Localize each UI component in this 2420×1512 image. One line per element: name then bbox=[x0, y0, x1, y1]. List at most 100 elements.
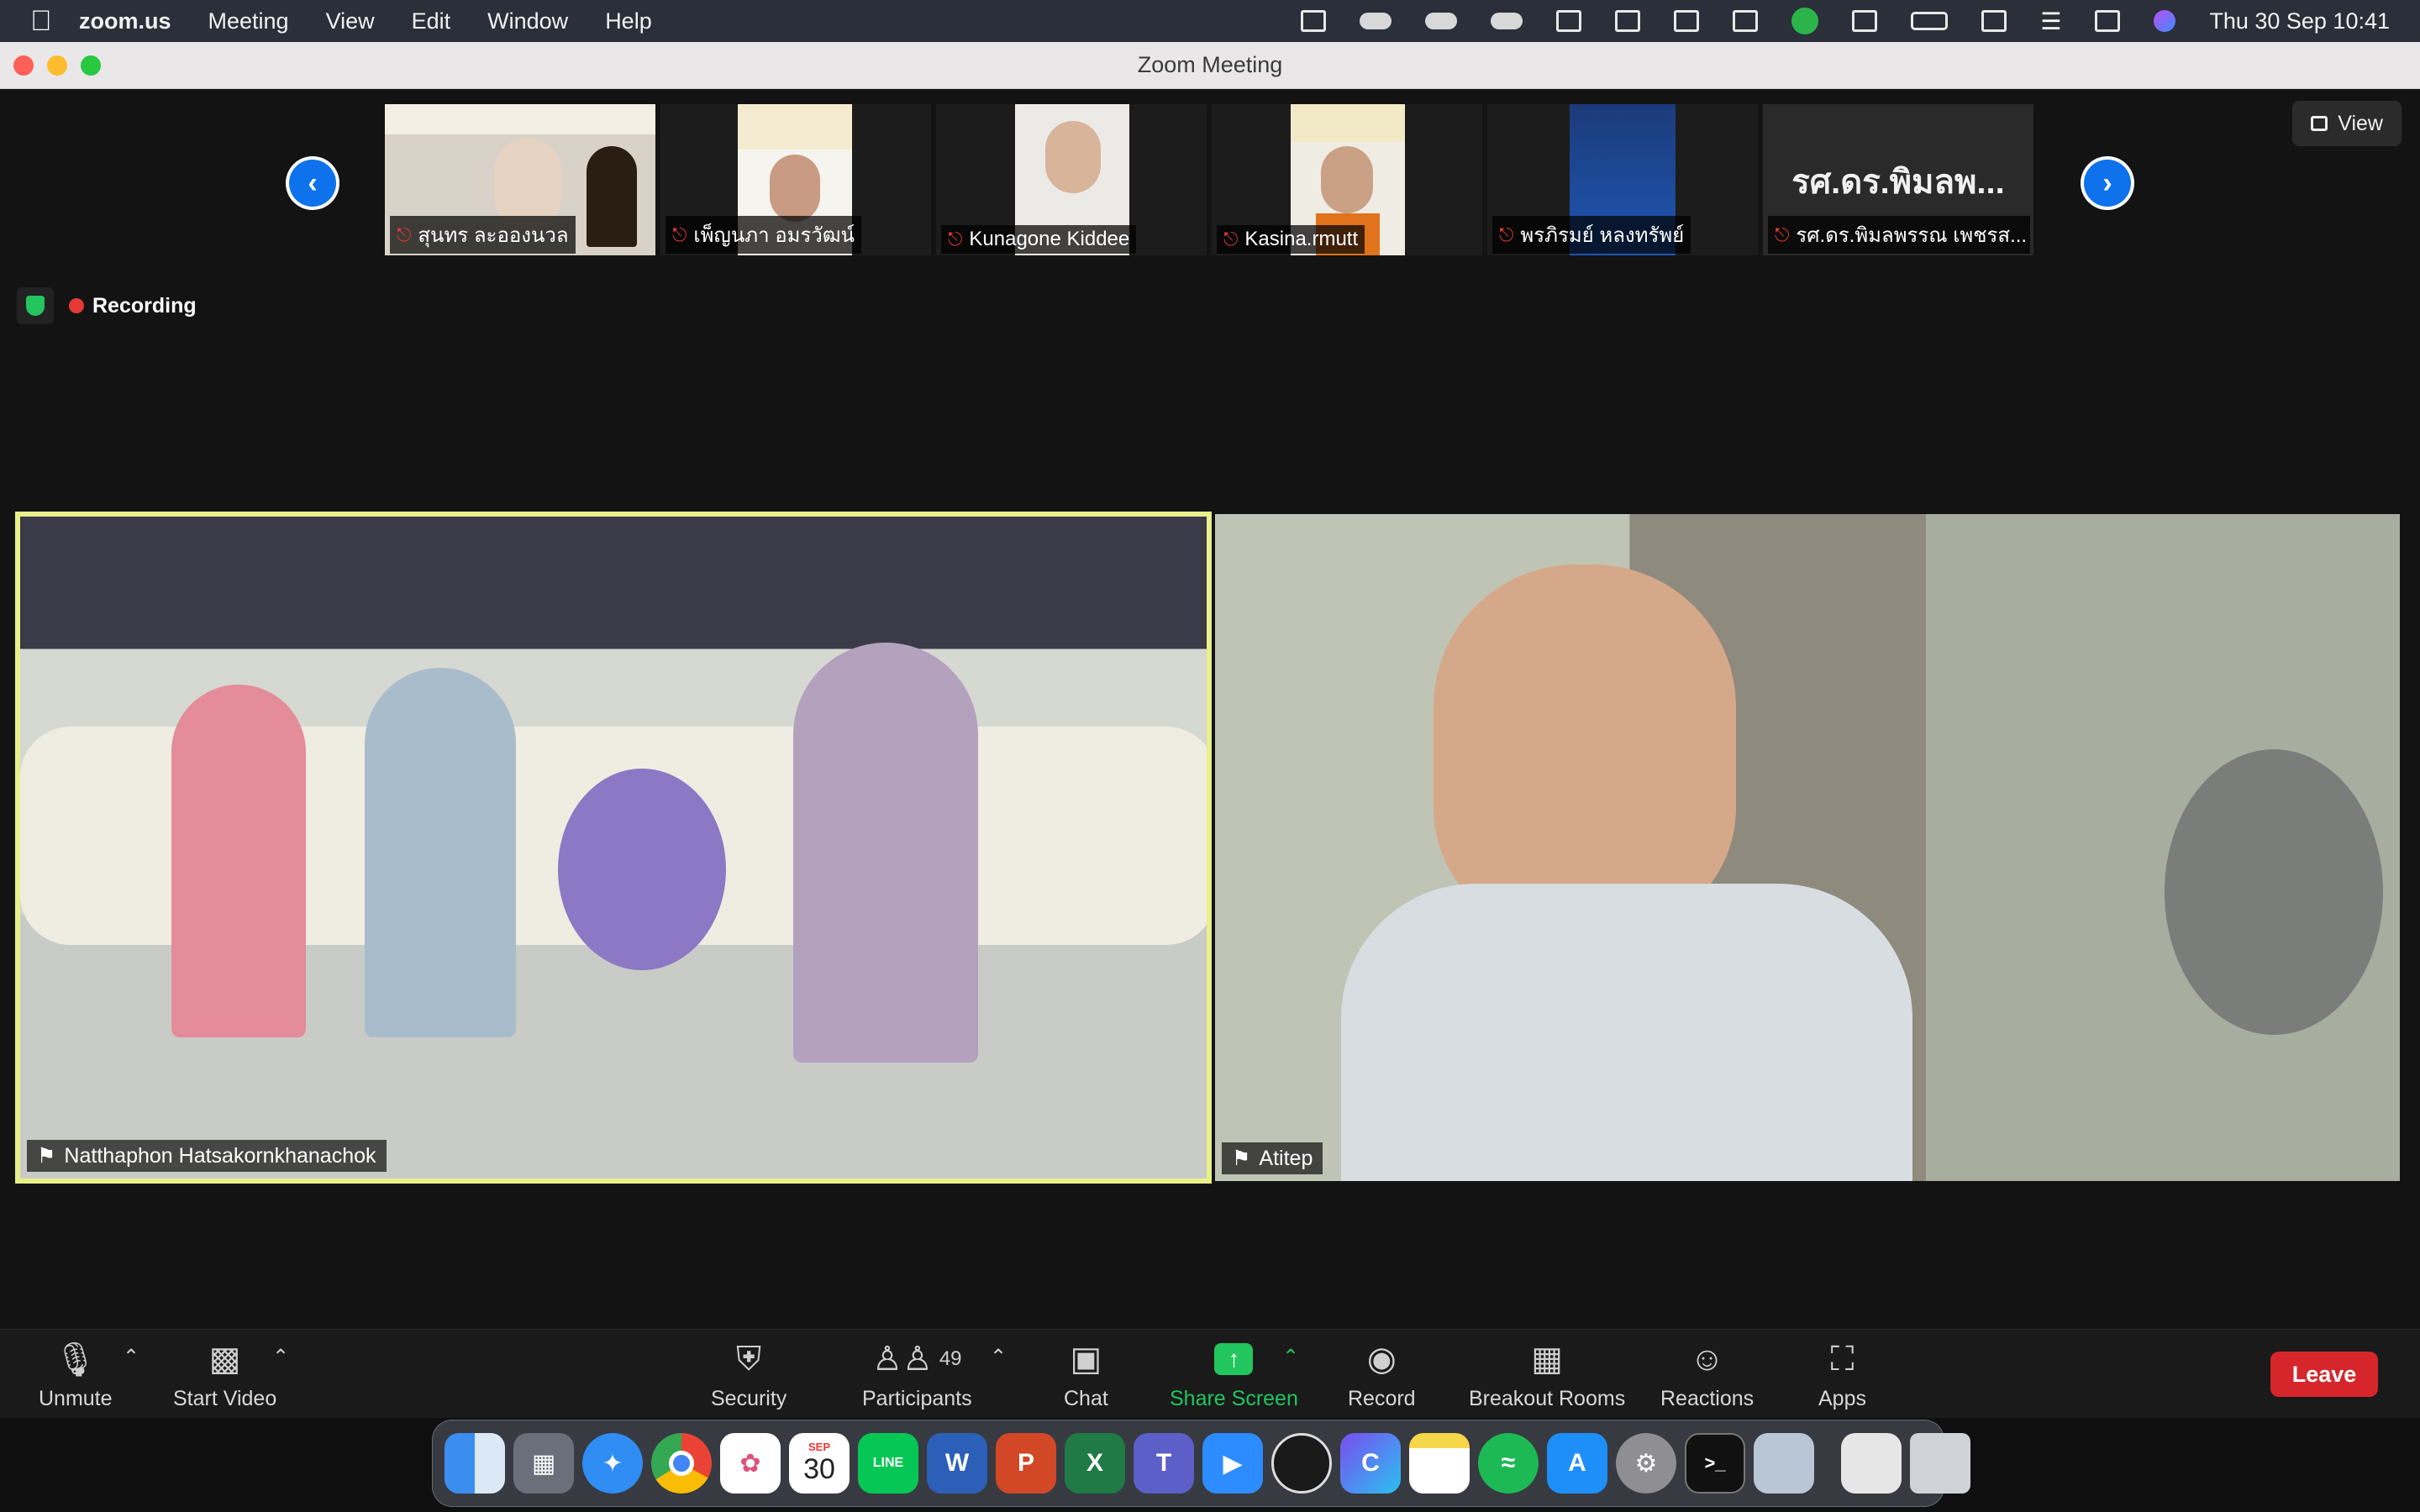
participant-name-label: ⎋ Kasina.rmutt bbox=[1217, 225, 1365, 254]
notion-icon[interactable] bbox=[1981, 10, 2007, 32]
participant-shirt bbox=[1341, 884, 1912, 1181]
cloud-icon[interactable] bbox=[1360, 13, 1392, 29]
obs-icon[interactable] bbox=[1271, 1433, 1332, 1494]
control-center-icon[interactable] bbox=[2095, 10, 2121, 32]
record-label: Record bbox=[1348, 1387, 1416, 1410]
video-off-icon: ▩ bbox=[208, 1341, 241, 1378]
tile-name-label: ⚑ Atitep bbox=[1222, 1142, 1323, 1174]
pin-icon: ⚑ bbox=[1232, 1147, 1251, 1170]
participant-thumbnail[interactable]: ⎋ พรภิรมย์ หลงทรัพย์ bbox=[1487, 104, 1758, 255]
video-tile-active-speaker[interactable]: ⚑ Natthaphon Hatsakornkhanachok bbox=[15, 512, 1212, 1184]
participant-thumbnail[interactable]: รศ.ดร.พิมลพ... ⎋ รศ.ดร.พิมลพรรณ เพชรส... bbox=[1763, 104, 2033, 255]
participants-options-caret-icon[interactable]: ⌃ bbox=[990, 1345, 1007, 1369]
previous-page-button[interactable]: ‹ bbox=[286, 156, 339, 210]
terminal-icon[interactable]: >_ bbox=[1685, 1433, 1745, 1494]
teams-icon[interactable]: T bbox=[1134, 1433, 1194, 1494]
leave-button[interactable]: Leave bbox=[2270, 1352, 2378, 1397]
menu-window[interactable]: Window bbox=[487, 8, 568, 34]
participant-name: Kunagone Kiddee bbox=[969, 228, 1130, 250]
zoom-status-icon[interactable] bbox=[1301, 10, 1327, 32]
powerpoint-icon[interactable]: P bbox=[996, 1433, 1056, 1494]
stack-icon[interactable] bbox=[1674, 10, 1700, 32]
tile-participant-name: Atitep bbox=[1259, 1146, 1313, 1170]
share-screen-label: Share Screen bbox=[1170, 1387, 1298, 1410]
app-store-icon[interactable]: A bbox=[1547, 1433, 1607, 1494]
unmute-label: Unmute bbox=[39, 1387, 113, 1410]
unmute-button[interactable]: 🎙 Unmute bbox=[39, 1338, 113, 1411]
chevron-left-icon: ‹ bbox=[289, 160, 336, 207]
share-options-caret-icon[interactable]: ⌃ bbox=[1282, 1345, 1299, 1369]
participant-thumbnail[interactable]: ⎋ Kunagone Kiddee bbox=[936, 104, 1207, 255]
participant-thumbnail[interactable]: ⎋ สุนทร ละอองนวล bbox=[385, 104, 655, 255]
menu-meeting[interactable]: Meeting bbox=[208, 8, 289, 34]
view-button[interactable]: View bbox=[2292, 101, 2402, 146]
video-options-caret-icon[interactable]: ⌃ bbox=[272, 1345, 289, 1369]
encryption-shield-icon[interactable] bbox=[17, 287, 54, 324]
screenshot-icon[interactable] bbox=[1556, 10, 1582, 32]
start-video-button[interactable]: ▩ Start Video bbox=[173, 1338, 276, 1411]
apps-button[interactable]: ⛶ Apps bbox=[1818, 1338, 1866, 1411]
notes-icon[interactable] bbox=[1409, 1433, 1470, 1494]
reactions-button[interactable]: ☺ Reactions bbox=[1660, 1338, 1754, 1411]
documents-folder-icon[interactable] bbox=[1841, 1433, 1902, 1494]
participant-name: รศ.ดร.พิมลพรรณ เพชรส... bbox=[1796, 224, 2028, 247]
video-tile[interactable]: ⚑ Atitep bbox=[1215, 514, 2400, 1181]
zoom-icon[interactable]: ▶ bbox=[1202, 1433, 1263, 1494]
view-button-label: View bbox=[2338, 111, 2383, 135]
safari-icon[interactable]: ✦ bbox=[582, 1433, 643, 1494]
participant-face bbox=[1045, 121, 1101, 193]
share-screen-button[interactable]: ↑ Share Screen bbox=[1170, 1338, 1298, 1411]
menu-edit[interactable]: Edit bbox=[412, 8, 451, 34]
preview-icon[interactable] bbox=[1754, 1433, 1814, 1494]
trash-icon[interactable] bbox=[1910, 1433, 1970, 1494]
macos-menubar:  zoom.us Meeting View Edit Window Help … bbox=[0, 0, 2420, 42]
siri-icon[interactable] bbox=[2154, 10, 2176, 32]
cloud-icon-2[interactable] bbox=[1425, 13, 1458, 29]
menubar-clock[interactable]: Thu 30 Sep 10:41 bbox=[2209, 8, 2390, 34]
line-icon[interactable]: LINE bbox=[858, 1433, 918, 1494]
finder-icon[interactable] bbox=[445, 1433, 505, 1494]
participant-thumbnail[interactable]: ⎋ เพ็ญนภา อมรวัฒน์ bbox=[660, 104, 931, 255]
cloud-icon-3[interactable] bbox=[1491, 13, 1523, 29]
drive-icon[interactable] bbox=[1733, 10, 1759, 32]
line-app-icon[interactable] bbox=[1791, 8, 1819, 34]
participant-name: สุนทร ละอองนวล bbox=[418, 224, 569, 247]
participant-face bbox=[770, 155, 820, 222]
recording-indicator[interactable]: Recording bbox=[17, 287, 197, 324]
window-titlebar: Zoom Meeting bbox=[0, 42, 2420, 89]
security-button[interactable]: ⛨ Security bbox=[711, 1338, 786, 1411]
excel-icon[interactable]: X bbox=[1065, 1433, 1125, 1494]
tile-participant-name: Natthaphon Hatsakornkhanachok bbox=[64, 1143, 376, 1168]
apps-icon: ⛶ bbox=[1830, 1340, 1854, 1378]
menu-help[interactable]: Help bbox=[605, 8, 652, 34]
record-button[interactable]: ◉ Record bbox=[1348, 1338, 1416, 1411]
participants-button[interactable]: ♙♙ 49 Participants bbox=[862, 1338, 972, 1411]
participants-label: Participants bbox=[862, 1387, 972, 1410]
wifi-icon[interactable]: ☰ bbox=[2040, 8, 2061, 35]
audio-options-caret-icon[interactable]: ⌃ bbox=[123, 1345, 139, 1369]
spotify-icon[interactable]: ≈ bbox=[1478, 1433, 1539, 1494]
word-icon[interactable]: W bbox=[927, 1433, 987, 1494]
calendar-icon[interactable]: SEP 30 bbox=[789, 1433, 850, 1494]
canva-icon[interactable]: C bbox=[1340, 1433, 1401, 1494]
apple-menu-icon[interactable]:  bbox=[30, 5, 79, 38]
mute-notify-icon[interactable] bbox=[1852, 10, 1878, 32]
photos-icon[interactable]: ✿ bbox=[720, 1433, 781, 1494]
participant-name: พรภิรมย์ หลงทรัพย์ bbox=[1520, 224, 1685, 247]
menu-view[interactable]: View bbox=[326, 8, 375, 34]
launchpad-icon[interactable]: ▦ bbox=[513, 1433, 574, 1494]
breakout-rooms-button[interactable]: ▦ Breakout Rooms bbox=[1469, 1338, 1625, 1411]
mic-muted-icon: ⎋ bbox=[1499, 223, 1514, 245]
menu-app-name[interactable]: zoom.us bbox=[79, 8, 171, 34]
chat-button[interactable]: ▣ Chat bbox=[1064, 1338, 1108, 1411]
start-video-label: Start Video bbox=[173, 1387, 277, 1410]
next-page-button[interactable]: › bbox=[2081, 156, 2134, 210]
security-label: Security bbox=[711, 1387, 787, 1410]
battery-icon[interactable] bbox=[1911, 12, 1949, 30]
window-title: Zoom Meeting bbox=[1137, 52, 1283, 77]
chrome-icon[interactable] bbox=[651, 1433, 712, 1494]
window-layout-icon[interactable] bbox=[1615, 10, 1641, 32]
system-preferences-icon[interactable]: ⚙ bbox=[1616, 1433, 1676, 1494]
participant-thumbnail[interactable]: ⎋ Kasina.rmutt bbox=[1212, 104, 1482, 255]
apps-label: Apps bbox=[1818, 1387, 1866, 1410]
